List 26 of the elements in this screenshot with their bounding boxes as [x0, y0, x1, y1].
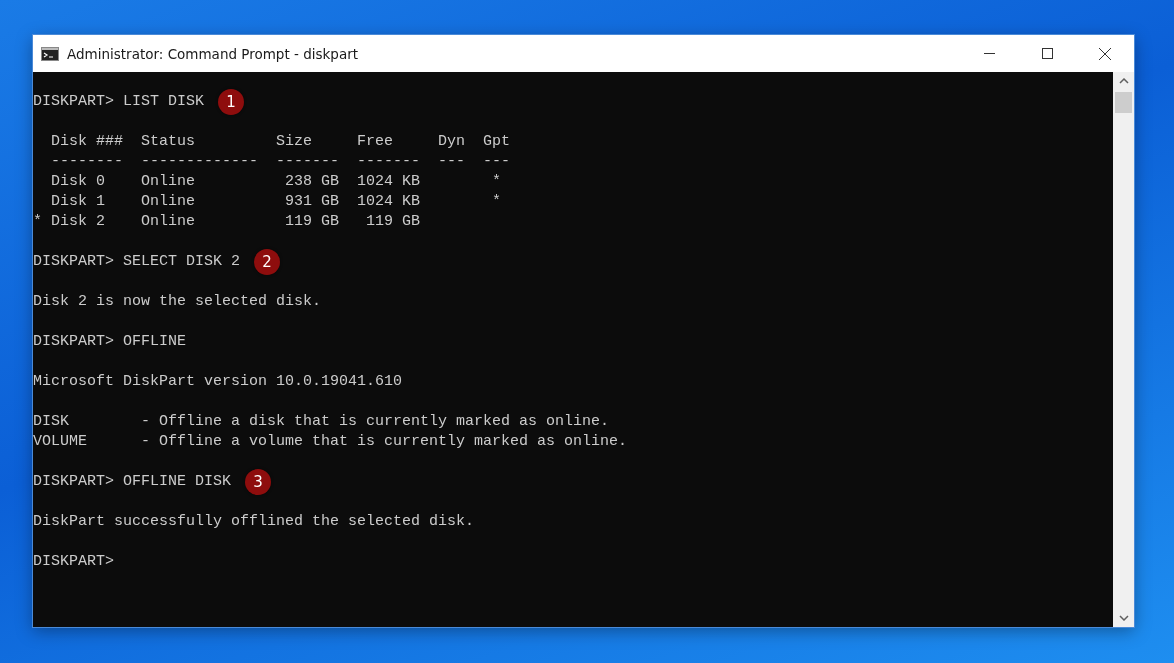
step-number: 3 — [245, 469, 272, 495]
window-title: Administrator: Command Prompt - diskpart — [67, 45, 360, 62]
step-number: 2 — [254, 249, 281, 275]
scrollbar-thumb[interactable] — [1115, 92, 1132, 113]
maximize-icon[interactable] — [1041, 48, 1053, 59]
console-line: -------- ------------- ------- ------- --- --- — [50, 152, 511, 172]
console-line: DISKPART> OFFLINE DISK — [33, 472, 232, 492]
console-line: Disk ### Status Size Free Dyn Gpt — [50, 132, 511, 152]
vertical-scrollbar[interactable] — [1113, 72, 1134, 627]
console-line: DISKPART> SELECT DISK 2 — [33, 252, 241, 272]
scroll-down-icon[interactable] — [1118, 615, 1129, 621]
console-line: Microsoft DiskPart version 10.0.19041.610 — [33, 372, 403, 392]
console-line: * Disk 2 Online 119 GB 119 GB — [33, 212, 421, 232]
console-line: VOLUME - Offline a volume that is currently marked as online. — [33, 432, 628, 452]
console-line: DISKPART> — [33, 552, 114, 572]
console-line: Disk 2 is now the selected disk. — [33, 292, 322, 312]
console-line: Disk 0 Online 238 GB 1024 KB * — [50, 172, 502, 192]
console-line: DISK - Offline a disk that is currently marked as online. — [33, 412, 610, 432]
console-line: DiskPart successfully offlined the selected disk. — [33, 512, 475, 532]
close-icon[interactable] — [1099, 47, 1111, 60]
console-line: DISKPART> LIST DISK — [33, 92, 205, 112]
console-icon — [41, 46, 59, 61]
step-number: 1 — [218, 89, 245, 115]
console-line: DISKPART> OFFLINE — [33, 332, 187, 352]
scroll-up-icon[interactable] — [1118, 78, 1129, 84]
console-line: Disk 1 Online 931 GB 1024 KB * — [50, 192, 502, 212]
